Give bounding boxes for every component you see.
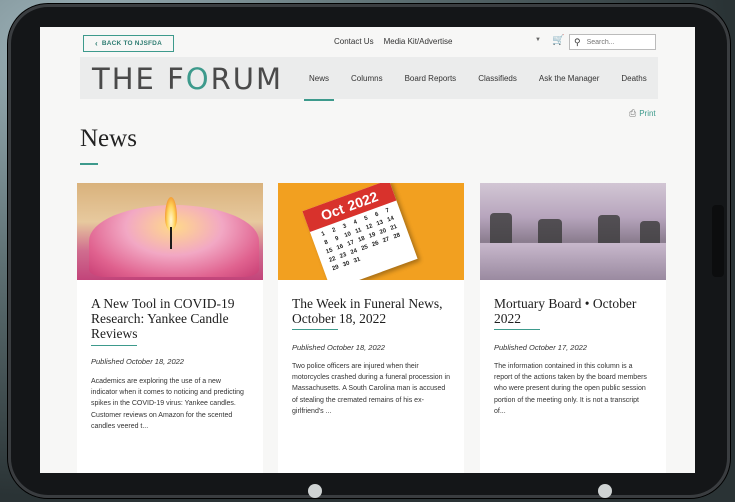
logo-text-o: O: [185, 62, 211, 96]
logo-text-part: RUM: [210, 62, 283, 96]
nav-board-reports[interactable]: Board Reports: [394, 57, 468, 99]
print-button[interactable]: ⎙ Print: [629, 108, 656, 119]
article-image-candle[interactable]: [77, 183, 263, 280]
article-title-rule: [494, 329, 540, 330]
search-icon[interactable]: ⚲: [574, 37, 581, 48]
article-title-rule: [292, 329, 338, 330]
calendar-month: Oct: [318, 200, 347, 224]
cart-icon[interactable]: 🛒: [552, 35, 564, 46]
search-input[interactable]: [584, 37, 649, 47]
contact-us-link[interactable]: Contact Us: [334, 37, 374, 46]
caret-down-icon[interactable]: ▼: [535, 37, 541, 43]
article-excerpt: Two police officers are injured when the…: [292, 363, 450, 415]
top-utility-bar: ‹ BACK TO NJSFDA Contact Us Media Kit/Ad…: [40, 27, 695, 55]
media-kit-link[interactable]: Media Kit/Advertise: [384, 37, 453, 46]
candle-wick: [170, 227, 172, 249]
tablet-side-button: [712, 205, 724, 277]
article-card[interactable]: A New Tool in COVID-19 Research: Yankee …: [77, 183, 263, 473]
boardroom-table: [480, 243, 666, 280]
logo-text-part: THE F: [92, 62, 186, 96]
nav-classifieds[interactable]: Classifieds: [467, 57, 528, 99]
article-card[interactable]: Mortuary Board • October 2022 Published …: [480, 183, 666, 473]
print-label: Print: [639, 109, 656, 118]
candle-flame: [165, 197, 177, 231]
article-published-date: Published October 18, 2022: [292, 343, 385, 352]
nav-news[interactable]: News: [298, 57, 340, 101]
nav-columns[interactable]: Columns: [340, 57, 394, 99]
page-title: News: [80, 125, 137, 152]
printer-icon: ⎙: [629, 108, 637, 118]
nav-deaths[interactable]: Deaths: [610, 57, 657, 99]
nav-ask-the-manager[interactable]: Ask the Manager: [528, 57, 610, 99]
article-title-rule: [91, 345, 137, 346]
chair: [490, 213, 512, 247]
screen: ‹ BACK TO NJSFDA Contact Us Media Kit/Ad…: [40, 27, 695, 473]
article-published-date: Published October 18, 2022: [91, 357, 184, 366]
article-excerpt: Academics are exploring the use of a new…: [91, 378, 244, 430]
article-image-calendar[interactable]: Oct 2022 1234567 8 9 10 11 12 13 14 15 16 17 18 19…: [278, 183, 464, 280]
back-button-label: BACK TO NJSFDA: [101, 40, 162, 47]
article-published-date: Published October 17, 2022: [494, 343, 587, 352]
back-to-njsfda-button[interactable]: ‹ BACK TO NJSFDA: [83, 35, 174, 52]
chevron-left-icon: ‹: [95, 39, 98, 48]
article-title[interactable]: Mortuary Board • October 2022: [494, 296, 656, 326]
site-header: THE FORUM News Columns Board Reports Cla…: [80, 57, 658, 101]
article-card[interactable]: Oct 2022 1234567 8 9 10 11 12 13 14 15 16 17 18 19…: [278, 183, 464, 473]
article-title[interactable]: The Week in Funeral News, October 18, 20…: [292, 296, 454, 326]
article-excerpt: The information contained in this column…: [494, 363, 647, 415]
article-image-boardroom[interactable]: [480, 183, 666, 280]
title-underline: [80, 163, 98, 165]
top-links: Contact Us Media Kit/Advertise: [334, 37, 453, 46]
site-logo[interactable]: THE FORUM: [92, 64, 283, 94]
article-title[interactable]: A New Tool in COVID-19 Research: Yankee …: [91, 296, 253, 341]
search-box[interactable]: ⚲: [569, 34, 656, 50]
camera-dot: [598, 484, 612, 498]
camera-dot: [308, 484, 322, 498]
main-nav: News Columns Board Reports Classifieds A…: [298, 57, 658, 101]
